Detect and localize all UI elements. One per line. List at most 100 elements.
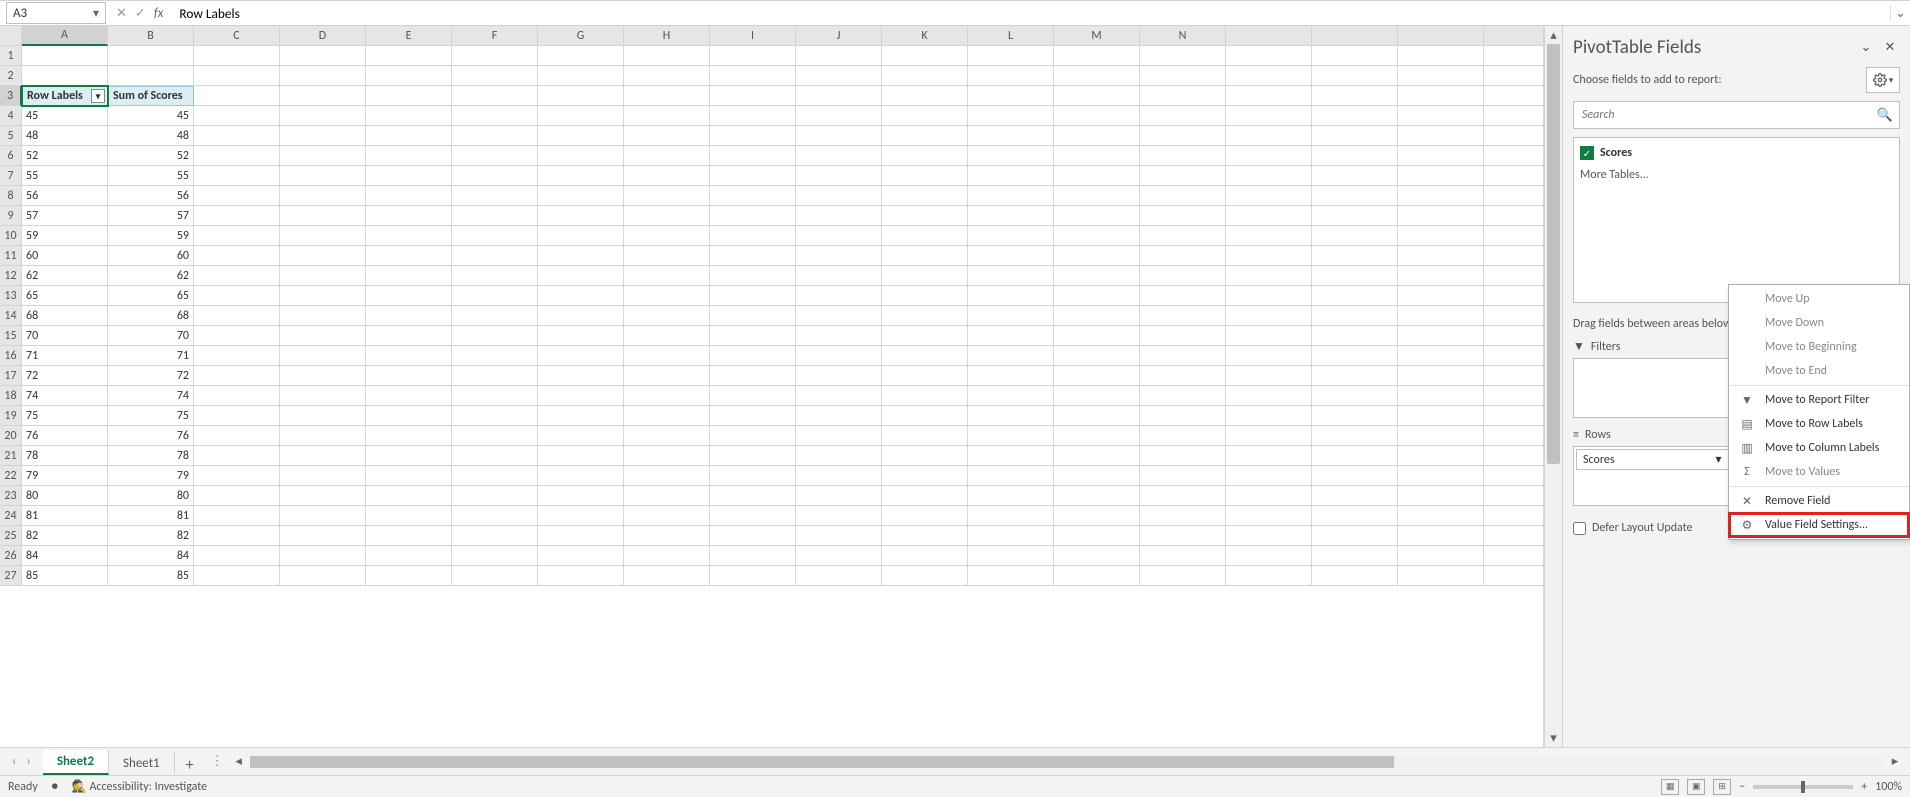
- cell[interactable]: [1484, 526, 1544, 546]
- cell[interactable]: [882, 226, 968, 246]
- cell[interactable]: [1484, 126, 1544, 146]
- cell[interactable]: [1054, 106, 1140, 126]
- cell[interactable]: [1054, 406, 1140, 426]
- cell[interactable]: [366, 246, 452, 266]
- cell[interactable]: [796, 366, 882, 386]
- cell[interactable]: [1054, 66, 1140, 86]
- cell[interactable]: [968, 206, 1054, 226]
- cell[interactable]: [194, 206, 280, 226]
- cell[interactable]: [366, 446, 452, 466]
- cell[interactable]: [194, 566, 280, 586]
- cell[interactable]: [366, 486, 452, 506]
- cell[interactable]: [1484, 86, 1544, 106]
- cell-a8[interactable]: 56: [22, 186, 108, 206]
- cell[interactable]: [796, 206, 882, 226]
- cell[interactable]: [452, 166, 538, 186]
- cell[interactable]: [796, 426, 882, 446]
- cell[interactable]: [968, 186, 1054, 206]
- cell[interactable]: [1484, 286, 1544, 306]
- scroll-track[interactable]: [1545, 44, 1562, 729]
- column-header[interactable]: G: [538, 26, 624, 46]
- cell[interactable]: [1398, 526, 1484, 546]
- vertical-scrollbar[interactable]: ▴ ▾: [1544, 26, 1562, 747]
- cell-a15[interactable]: 70: [22, 326, 108, 346]
- column-header[interactable]: L: [968, 26, 1054, 46]
- cell[interactable]: [624, 206, 710, 226]
- cell[interactable]: [1226, 246, 1312, 266]
- cell[interactable]: [194, 506, 280, 526]
- cell[interactable]: [1140, 46, 1226, 66]
- cell[interactable]: [452, 366, 538, 386]
- cell[interactable]: [366, 366, 452, 386]
- cell[interactable]: [1140, 466, 1226, 486]
- cell[interactable]: [194, 386, 280, 406]
- cell[interactable]: [366, 466, 452, 486]
- cell-b19[interactable]: 75: [108, 406, 194, 426]
- dropdown-icon[interactable]: ▾: [91, 89, 105, 103]
- cell[interactable]: [280, 566, 366, 586]
- cell-b4[interactable]: 45: [108, 106, 194, 126]
- cell[interactable]: [280, 166, 366, 186]
- cell-a2[interactable]: [22, 66, 108, 86]
- cell[interactable]: [1398, 226, 1484, 246]
- cell[interactable]: [1484, 386, 1544, 406]
- search-field[interactable]: [1574, 108, 1871, 122]
- scroll-up-icon[interactable]: ▴: [1545, 26, 1562, 44]
- scroll-down-icon[interactable]: ▾: [1545, 729, 1562, 747]
- cell[interactable]: [1398, 166, 1484, 186]
- cell[interactable]: [1140, 166, 1226, 186]
- cell[interactable]: [624, 406, 710, 426]
- cell[interactable]: [538, 506, 624, 526]
- row-header[interactable]: 24: [0, 506, 22, 526]
- cell-b24[interactable]: 81: [108, 506, 194, 526]
- cell[interactable]: [710, 226, 796, 246]
- cell[interactable]: [452, 466, 538, 486]
- cell[interactable]: [1484, 206, 1544, 226]
- cell[interactable]: [1054, 126, 1140, 146]
- cell[interactable]: [882, 86, 968, 106]
- cell[interactable]: [1226, 506, 1312, 526]
- column-header[interactable]: [1484, 26, 1544, 46]
- cell[interactable]: [1484, 226, 1544, 246]
- cell[interactable]: [538, 146, 624, 166]
- cell[interactable]: [1312, 526, 1398, 546]
- cell[interactable]: [1226, 306, 1312, 326]
- cell[interactable]: [538, 246, 624, 266]
- cell[interactable]: [796, 166, 882, 186]
- cell[interactable]: [452, 546, 538, 566]
- cell[interactable]: [1054, 466, 1140, 486]
- cell[interactable]: [1312, 406, 1398, 426]
- cell[interactable]: [194, 186, 280, 206]
- cell[interactable]: [1484, 166, 1544, 186]
- cell[interactable]: [538, 66, 624, 86]
- cell[interactable]: [1140, 386, 1226, 406]
- cell[interactable]: [366, 326, 452, 346]
- row-header[interactable]: 20: [0, 426, 22, 446]
- cell[interactable]: [1484, 266, 1544, 286]
- cell[interactable]: [1398, 246, 1484, 266]
- cell[interactable]: [194, 266, 280, 286]
- cell[interactable]: [280, 246, 366, 266]
- cell-b9[interactable]: 57: [108, 206, 194, 226]
- cell[interactable]: [796, 466, 882, 486]
- cell[interactable]: [194, 486, 280, 506]
- cell[interactable]: [280, 386, 366, 406]
- cell[interactable]: [1140, 366, 1226, 386]
- cell-a17[interactable]: 72: [22, 366, 108, 386]
- cell[interactable]: [1054, 386, 1140, 406]
- cell[interactable]: [366, 386, 452, 406]
- cell[interactable]: [366, 266, 452, 286]
- cell-b13[interactable]: 65: [108, 286, 194, 306]
- scroll-left-icon[interactable]: ◂: [230, 754, 248, 769]
- cell[interactable]: [624, 166, 710, 186]
- cell[interactable]: [882, 506, 968, 526]
- cell[interactable]: [710, 426, 796, 446]
- cell[interactable]: [1312, 566, 1398, 586]
- cell[interactable]: [1484, 506, 1544, 526]
- cell-b16[interactable]: 71: [108, 346, 194, 366]
- cell[interactable]: [1398, 346, 1484, 366]
- cell[interactable]: [1140, 106, 1226, 126]
- column-header[interactable]: F: [452, 26, 538, 46]
- cell[interactable]: [968, 146, 1054, 166]
- cell[interactable]: [1312, 66, 1398, 86]
